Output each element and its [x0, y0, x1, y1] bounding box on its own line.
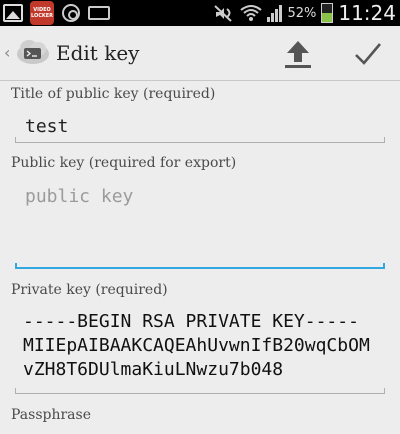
notification-icons: VIDEO LOCKER: [2, 1, 110, 25]
checkmark-icon: [355, 42, 381, 65]
system-indicators: 52% 11:24: [213, 0, 396, 26]
title-input-underline: [15, 137, 385, 143]
video-locker-app-icon: VIDEO LOCKER: [30, 1, 54, 25]
done-button[interactable]: [342, 26, 394, 81]
wifi-icon: [240, 5, 263, 21]
status-bar: VIDEO LOCKER 52% 11:24: [0, 0, 400, 26]
public-key-input-underline: [15, 263, 385, 269]
private-key-value: -----BEGIN RSA PRIVATE KEY----- MIIEpAIB…: [23, 311, 370, 380]
private-key-label: Private key (required): [11, 282, 168, 298]
export-button[interactable]: [272, 26, 324, 81]
title-input-value: test: [25, 116, 69, 137]
private-key-input-underline: [15, 388, 385, 394]
public-key-input[interactable]: public key: [15, 176, 385, 268]
signal-icon: [267, 4, 283, 22]
title-label: Title of public key (required): [11, 86, 216, 102]
battery-percent: 52%: [287, 5, 317, 21]
action-bar: ‹ Edit key: [0, 26, 400, 81]
private-key-input[interactable]: -----BEGIN RSA PRIVATE KEY----- MIIEpAIB…: [15, 306, 385, 390]
upload-icon: [285, 40, 311, 68]
clock: 11:24: [338, 1, 396, 25]
battery-icon: [321, 3, 334, 23]
app-logo-icon[interactable]: [15, 36, 51, 68]
mute-icon: [214, 5, 233, 22]
sync-icon: [60, 3, 82, 23]
public-key-label: Public key (required for export): [11, 155, 237, 171]
passphrase-label: Passphrase: [11, 407, 91, 423]
screen-title: Edit key: [56, 41, 140, 65]
public-key-placeholder: public key: [25, 186, 134, 207]
back-chevron-icon[interactable]: ‹: [4, 43, 10, 62]
keyboard-icon: [88, 3, 110, 23]
gallery-icon: [2, 3, 24, 23]
